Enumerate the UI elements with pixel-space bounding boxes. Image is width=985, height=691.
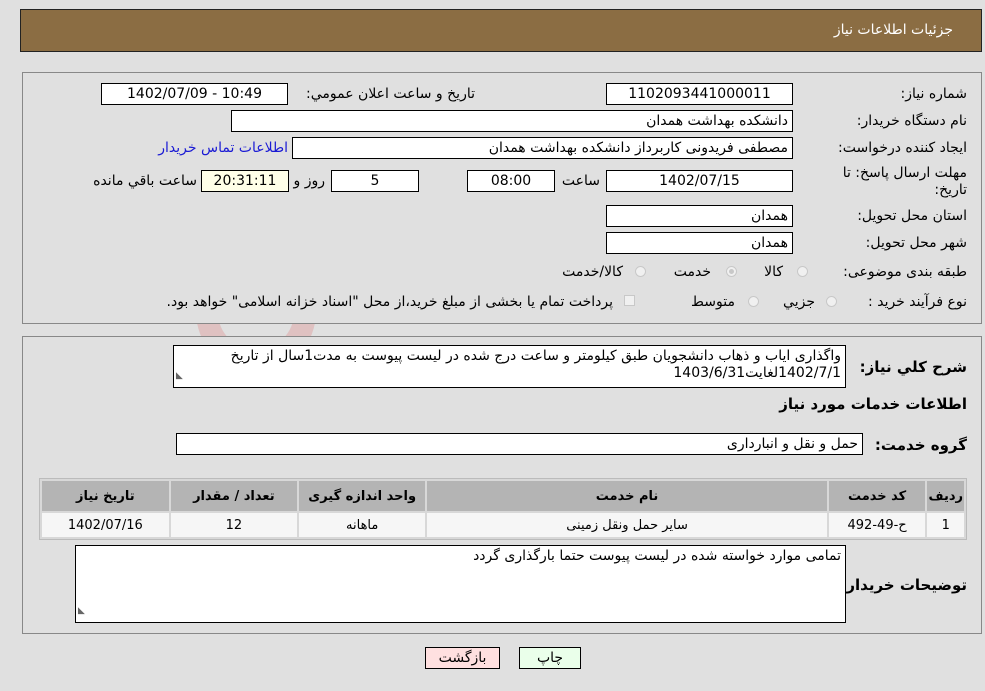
days-remaining-field: 5	[331, 170, 419, 192]
cell-quantity: 12	[170, 513, 298, 537]
creator-field: مصطفی فریدونی کاربرداز دانشکده بهداشت هم…	[292, 137, 793, 159]
service-group-field: حمل و نقل و انبارداری	[176, 433, 863, 455]
announce-label: تاریخ و ساعت اعلان عمومي:	[306, 86, 475, 102]
treasury-checkbox[interactable]	[624, 295, 635, 306]
resize-grip-icon[interactable]: ◢	[176, 368, 183, 385]
category-option-service: خدمت	[673, 264, 711, 280]
process-radio-medium[interactable]	[748, 296, 759, 307]
column-header-unit: واحد اندازه گیری	[299, 481, 426, 511]
deadline-date-field: 1402/07/15	[606, 170, 793, 192]
buyer-notes-text: تمامی موارد خواسته شده در لیست پیوست حتم…	[473, 548, 841, 564]
cell-need-date: 1402/07/16	[42, 513, 169, 537]
description-text: واگذاری ایاب و ذهاب دانشجویان طبق کیلومت…	[230, 348, 841, 381]
province-field: همدان	[606, 205, 793, 227]
back-button[interactable]: بازگشت	[425, 647, 500, 669]
cell-unit: ماهانه	[299, 513, 426, 537]
buyer-notes-label: توضیحات خریدار:	[840, 576, 967, 594]
buyer-notes-textarea[interactable]: تمامی موارد خواسته شده در لیست پیوست حتم…	[75, 545, 846, 623]
deadline-label: مهلت ارسال پاسخ: تا تاریخ:	[842, 165, 967, 198]
city-label: شهر محل تحویل:	[865, 235, 967, 251]
remaining-time-label: ساعت باقي مانده	[93, 173, 197, 189]
service-group-label: گروه خدمت:	[874, 436, 967, 454]
cell-service-code: ح-49-492	[828, 513, 926, 537]
column-header-need-date: تاریخ نیاز	[42, 481, 169, 511]
services-table: ردیف کد خدمت نام خدمت واحد اندازه گیری ت…	[39, 478, 967, 540]
process-option-minor: جزيي	[783, 294, 815, 310]
buyer-org-field: دانشکده بهداشت همدان	[231, 110, 793, 132]
process-radio-minor[interactable]	[826, 296, 837, 307]
page-title: جزئیات اطلاعات نیاز	[833, 22, 953, 38]
process-option-medium: متوسط	[691, 294, 735, 310]
remaining-time-field: 20:31:11	[201, 170, 289, 192]
deadline-time-field: 08:00	[467, 170, 555, 192]
city-field: همدان	[606, 232, 793, 254]
need-number-field: 1102093441000011	[606, 83, 793, 105]
column-header-row-number: ردیف	[927, 481, 964, 511]
column-header-quantity: تعداد / مقدار	[170, 481, 298, 511]
cell-row-number: 1	[927, 513, 964, 537]
category-option-goods-service: کالا/خدمت	[562, 264, 623, 280]
deadline-time-label: ساعت	[561, 173, 600, 189]
services-section-title: اطلاعات خدمات مورد نیاز	[779, 395, 967, 413]
page-header: جزئیات اطلاعات نیاز	[20, 9, 982, 52]
resize-grip-icon[interactable]: ◢	[78, 603, 85, 620]
creator-label: ایجاد کننده درخواست:	[838, 140, 967, 156]
category-radio-goods-service[interactable]	[635, 266, 646, 277]
buyer-org-label: نام دستگاه خریدار:	[856, 113, 967, 129]
days-label: روز و	[293, 173, 326, 189]
category-label: طبقه بندی موضوعی:	[843, 264, 967, 280]
process-label: نوع فرآیند خرید :	[868, 294, 967, 310]
need-number-label: شماره نیاز:	[900, 86, 968, 102]
table-row: 1 ح-49-492 سایر حمل ونقل زمینی ماهانه 12…	[42, 513, 964, 537]
print-button[interactable]: چاپ	[519, 647, 581, 669]
description-textarea[interactable]: واگذاری ایاب و ذهاب دانشجویان طبق کیلومت…	[173, 345, 846, 388]
category-radio-service[interactable]	[726, 266, 737, 277]
column-header-service-code: کد خدمت	[828, 481, 926, 511]
column-header-service-name: نام خدمت	[427, 481, 827, 511]
announce-field: 1402/07/09 - 10:49	[101, 83, 288, 105]
description-label: شرح کلي نياز:	[859, 358, 967, 376]
buyer-contact-link[interactable]: اطلاعات تماس خریدار	[158, 140, 288, 156]
category-radio-goods[interactable]	[797, 266, 808, 277]
province-label: استان محل تحویل:	[857, 208, 967, 224]
category-option-goods: کالا	[764, 264, 783, 280]
cell-service-name: سایر حمل ونقل زمینی	[427, 513, 827, 537]
table-header-row: ردیف کد خدمت نام خدمت واحد اندازه گیری ت…	[42, 481, 964, 511]
treasury-note: پرداخت تمام یا بخشی از مبلغ خرید،از محل …	[166, 294, 613, 310]
